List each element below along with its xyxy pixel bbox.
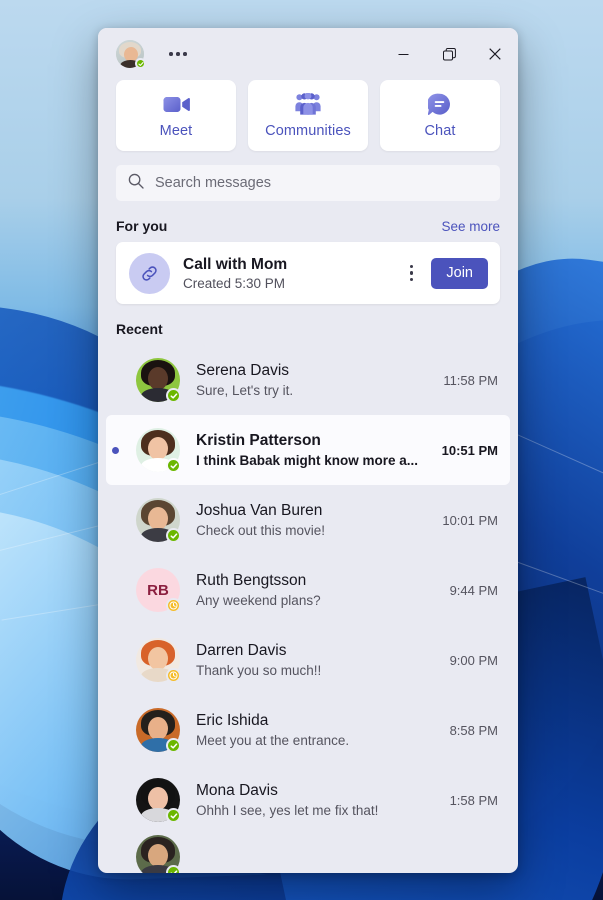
meeting-more-options-button[interactable] — [404, 260, 419, 286]
tab-chat[interactable]: Chat — [380, 80, 500, 151]
chat-timestamp: 9:44 PM — [449, 582, 498, 598]
presence-badge-available — [166, 808, 181, 823]
chat-list-item[interactable]: Darren Davis Thank you so much!! 9:00 PM — [106, 625, 510, 695]
unread-indicator — [112, 446, 119, 454]
people-group-icon — [295, 92, 321, 116]
chat-avatar[interactable] — [136, 638, 181, 683]
chat-contact-name: Mona Davis — [196, 782, 278, 799]
chat-contact-name: Eric Ishida — [196, 712, 269, 729]
chat-item-text: Kristin Patterson I think Babak might kno… — [196, 432, 434, 468]
presence-badge-available — [166, 388, 181, 403]
meeting-card[interactable]: Call with Mom Created 5:30 PM Join — [116, 242, 500, 304]
presence-badge-available — [166, 865, 181, 873]
meeting-title: Call with Mom — [183, 255, 288, 273]
chat-item-text: Darren Davis Thank you so much!! — [196, 642, 442, 678]
minimize-icon — [398, 53, 408, 55]
for-you-title: For you — [116, 218, 168, 234]
chat-list-item[interactable] — [106, 835, 510, 873]
join-button[interactable]: Join — [431, 257, 488, 289]
presence-badge-available — [166, 738, 181, 753]
primary-tabs: Meet Communities Chat — [98, 80, 518, 165]
chat-list-item[interactable]: Mona Davis Ohhh I see, yes let me fix tha… — [106, 765, 510, 835]
presence-badge-away — [166, 668, 181, 683]
chat-list-item[interactable]: RB Ruth Bengtsson Any weekend plans? 9:44 P… — [106, 555, 510, 625]
chat-item-text: Eric Ishida Meet you at the entrance. — [196, 712, 442, 748]
window-titlebar — [98, 28, 518, 80]
presence-badge-available — [166, 458, 181, 473]
meeting-card-actions: Join — [404, 257, 488, 289]
chat-item-text: Joshua Van Buren Check out this movie! — [196, 502, 434, 538]
search-icon — [128, 173, 144, 194]
user-avatar[interactable] — [116, 40, 146, 69]
minimize-button[interactable] — [380, 28, 426, 80]
chat-preview-message: Meet you at the entrance. — [196, 733, 350, 748]
chat-list-item[interactable]: Joshua Van Buren Check out this movie! 10:… — [106, 485, 510, 555]
chat-item-text: Mona Davis Ohhh I see, yes let me fix tha… — [196, 782, 442, 818]
teams-chat-window: Meet Communities Chat Search messages Fo… — [98, 28, 518, 873]
chat-timestamp: 9:00 PM — [449, 652, 498, 668]
for-you-header: For you See more — [98, 201, 518, 242]
titlebar-more-options-button[interactable] — [163, 41, 193, 67]
see-more-link[interactable]: See more — [441, 219, 500, 234]
chat-avatar[interactable] — [136, 498, 181, 543]
chat-timestamp: 10:51 PM — [441, 442, 498, 458]
for-you-container: Call with Mom Created 5:30 PM Join — [98, 242, 518, 304]
chat-avatar[interactable] — [136, 835, 181, 873]
chat-timestamp: 11:58 PM — [443, 372, 498, 388]
chat-avatar[interactable] — [136, 358, 181, 403]
chat-preview-message: I think Babak might know more a... — [196, 453, 419, 468]
chat-preview-message: Ohhh I see, yes let me fix that! — [196, 803, 379, 818]
chat-contact-name: Serena Davis — [196, 362, 290, 379]
chat-preview-message: Check out this movie! — [196, 523, 326, 538]
search-box[interactable] — [116, 165, 500, 201]
restore-button[interactable] — [426, 28, 472, 80]
close-button[interactable] — [472, 28, 518, 80]
tab-communities[interactable]: Communities — [248, 80, 368, 151]
ellipsis-icon — [169, 52, 187, 56]
search-input[interactable] — [155, 175, 488, 191]
tab-label-communities: Communities — [265, 123, 351, 139]
tab-label-chat: Chat — [424, 123, 456, 139]
meeting-card-text: Call with Mom Created 5:30 PM — [183, 256, 287, 291]
desktop-wallpaper: Meet Communities Chat Search messages Fo… — [0, 0, 603, 900]
chat-bubble-icon — [428, 92, 452, 116]
meeting-subtitle: Created 5:30 PM — [183, 275, 286, 291]
chat-preview-message: Thank you so much!! — [196, 663, 322, 678]
chat-item-text: Serena Davis Sure, Let's try it. — [196, 362, 435, 398]
chat-contact-name: Darren Davis — [196, 642, 287, 659]
chat-list-item[interactable]: Eric Ishida Meet you at the entrance. 8:58… — [106, 695, 510, 765]
chat-contact-name: Ruth Bengtsson — [196, 572, 307, 589]
recent-header: Recent — [98, 304, 518, 345]
chat-item-text: Ruth Bengtsson Any weekend plans? — [196, 572, 442, 608]
recent-chat-list[interactable]: Serena Davis Sure, Let's try it. 11:58 PM K… — [98, 345, 518, 873]
restore-icon — [442, 47, 456, 60]
chat-contact-name: Joshua Van Buren — [196, 502, 323, 519]
link-icon — [129, 252, 170, 294]
chat-avatar[interactable]: RB — [136, 568, 181, 613]
presence-badge-available — [135, 58, 146, 69]
chat-timestamp: 1:58 PM — [449, 792, 498, 808]
chat-contact-name: Kristin Patterson — [196, 432, 321, 449]
chat-timestamp: 8:58 PM — [449, 722, 498, 738]
chat-avatar[interactable] — [136, 708, 181, 753]
chat-preview-message: Sure, Let's try it. — [196, 383, 294, 398]
tab-label-meet: Meet — [159, 123, 193, 139]
tab-meet[interactable]: Meet — [116, 80, 236, 151]
window-controls — [380, 28, 518, 80]
recent-title: Recent — [116, 321, 163, 337]
video-camera-icon — [163, 92, 190, 116]
search-container — [98, 165, 518, 201]
chat-list-item[interactable]: Serena Davis Sure, Let's try it. 11:58 PM — [106, 345, 510, 415]
chat-preview-message: Any weekend plans? — [196, 593, 321, 608]
presence-badge-available — [166, 528, 181, 543]
chat-list-item[interactable]: Kristin Patterson I think Babak might kno… — [106, 415, 510, 485]
close-icon — [489, 48, 501, 60]
chat-timestamp: 10:01 PM — [442, 512, 498, 528]
presence-badge-away — [166, 598, 181, 613]
chat-avatar[interactable] — [136, 428, 181, 473]
chat-avatar[interactable] — [136, 778, 181, 823]
